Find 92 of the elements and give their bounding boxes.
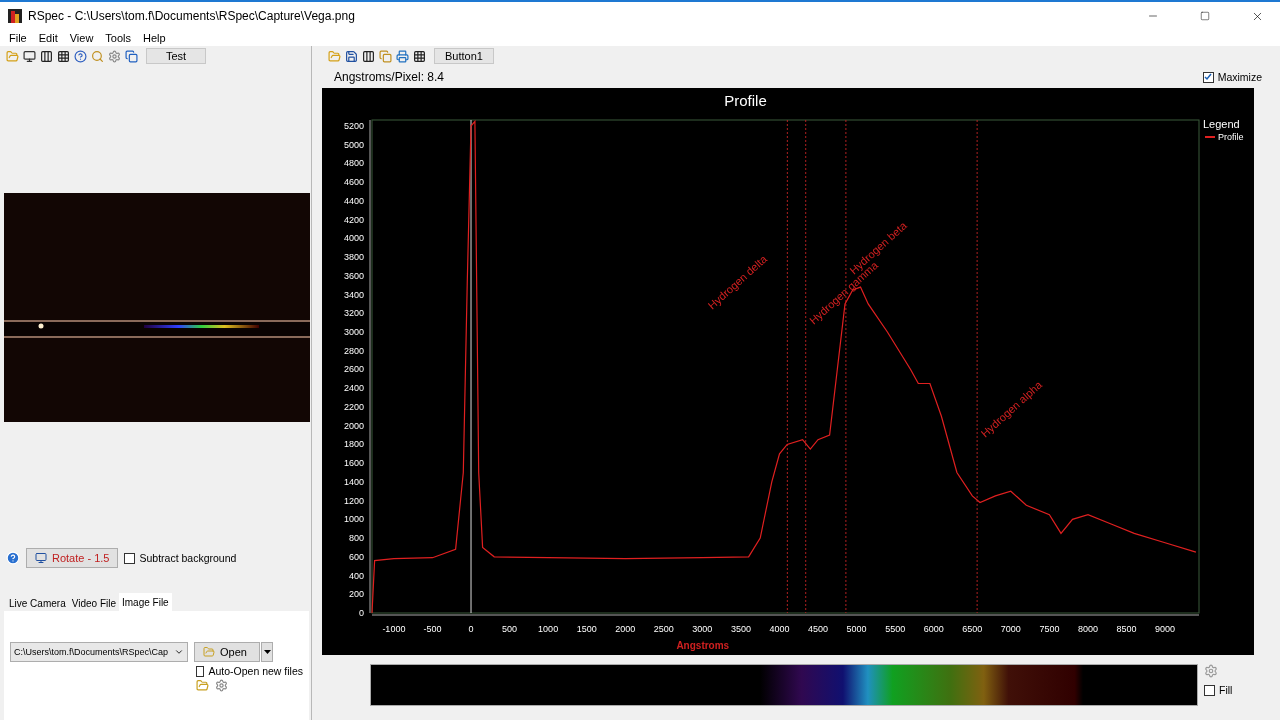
checkbox-label: Subtract background: [139, 552, 237, 564]
y-tick-label: 2400: [343, 383, 364, 394]
y-tick-label: 1800: [343, 439, 364, 450]
y-tick-label: 4200: [343, 214, 364, 225]
x-tick-label: 4000: [769, 624, 790, 634]
chart-title: Profile: [724, 92, 767, 109]
caret-icon: [263, 650, 271, 654]
menu-item[interactable]: Help: [137, 32, 172, 44]
grid-icon[interactable]: [57, 49, 70, 63]
test-button[interactable]: Test: [146, 48, 206, 64]
x-tick-label: 5500: [885, 624, 906, 634]
open-button[interactable]: Open: [194, 642, 260, 662]
y-tick-label: 0: [359, 608, 364, 618]
x-axis-label: Angstroms: [676, 640, 730, 651]
y-tick-label: 5000: [343, 139, 364, 150]
x-tick-label: 6000: [923, 624, 944, 634]
legend-label: Profile: [1218, 132, 1244, 142]
grid-icon[interactable]: [413, 49, 426, 63]
columns-icon[interactable]: [40, 49, 53, 63]
x-tick-label: 500: [502, 624, 518, 634]
y-tick-label: 1600: [343, 458, 364, 469]
y-tick-label: 600: [348, 551, 364, 562]
rotate-button[interactable]: Rotate - 1.5: [26, 548, 119, 568]
x-tick-label: 1500: [576, 624, 597, 634]
columns-icon[interactable]: [362, 49, 375, 63]
y-tick-label: 2600: [343, 364, 364, 375]
help-icon[interactable]: [74, 49, 87, 63]
y-tick-label: 1400: [343, 476, 364, 487]
x-tick-label: 3500: [730, 624, 751, 634]
y-tick-label: 1000: [343, 514, 364, 525]
checkbox[interactable]: [196, 665, 205, 677]
menu-item[interactable]: File: [3, 32, 33, 44]
x-tick-label: -1000: [382, 624, 406, 634]
folder-icon: [203, 646, 215, 658]
x-tick-label: 0: [468, 624, 474, 634]
y-tick-label: 5200: [343, 121, 364, 131]
copy-icon[interactable]: [125, 49, 138, 63]
x-tick-label: 7000: [1000, 624, 1021, 634]
monitor-icon: [35, 552, 47, 564]
save-icon[interactable]: [345, 49, 358, 63]
x-tick-label: 6500: [962, 624, 983, 634]
window-title: RSpec - C:\Users\tom.f\Documents\RSpec\Capture\Vega.png: [28, 9, 356, 23]
y-tick-label: 800: [348, 533, 364, 544]
settings-icon[interactable]: [215, 679, 228, 692]
file-path-dropdown[interactable]: C:\Users\tom.f\Documents\RSpec\Cap: [10, 642, 188, 662]
button1-button[interactable]: Button1: [434, 48, 494, 64]
x-tick-label: 2500: [653, 624, 674, 634]
y-tick-label: 3600: [343, 270, 364, 281]
checkbox[interactable]: [1204, 684, 1215, 696]
y-tick-label: 400: [348, 570, 364, 581]
checkbox[interactable]: [1202, 71, 1214, 83]
x-tick-label: 9000: [1155, 624, 1176, 634]
x-tick-label: 1000: [538, 624, 559, 634]
legend-title: Legend: [1203, 118, 1240, 130]
menu-item[interactable]: Edit: [32, 32, 64, 44]
x-tick-label: 5000: [846, 624, 867, 634]
x-tick-label: 3000: [692, 624, 713, 634]
y-tick-label: 3400: [343, 289, 364, 300]
maximize-icon[interactable]: [1200, 11, 1210, 21]
x-tick-label: 7500: [1039, 624, 1060, 634]
y-tick-label: 3200: [343, 308, 364, 319]
chevron-down-icon: [174, 647, 184, 657]
dropdown-arrow-button[interactable]: [261, 642, 273, 662]
y-tick-label: 200: [348, 589, 364, 600]
x-tick-label: 2000: [615, 624, 636, 634]
menu-item[interactable]: View: [63, 32, 100, 44]
y-tick-label: 1200: [343, 495, 364, 506]
x-tick-label: 4500: [808, 624, 829, 634]
y-tick-label: 4600: [343, 177, 364, 188]
checkbox[interactable]: [124, 552, 136, 564]
y-tick-label: 2000: [343, 420, 364, 431]
y-tick-label: 4400: [343, 195, 364, 206]
settings-icon[interactable]: [108, 49, 121, 63]
y-tick-label: 3800: [343, 252, 364, 263]
y-tick-label: 3000: [343, 327, 364, 338]
x-tick-label: -500: [423, 624, 442, 634]
menu-item[interactable]: Tools: [99, 32, 138, 44]
y-tick-label: 4000: [343, 233, 364, 244]
y-tick-label: 2200: [343, 401, 364, 412]
y-tick-label: 2800: [343, 345, 364, 356]
x-tick-label: 8000: [1077, 624, 1098, 634]
printer-icon[interactable]: [396, 49, 409, 63]
scale-label: Angstroms/Pixel: 8.4: [334, 70, 445, 84]
app-icon: [8, 9, 22, 23]
file-path-text: C:\Users\tom.f\Documents\RSpec\Cap: [14, 647, 169, 657]
tab[interactable]: Image File: [119, 593, 172, 611]
checkbox-label: Auto-Open new files: [208, 665, 303, 677]
x-tick-label: 8500: [1116, 624, 1137, 634]
checkmark-icon: [1204, 73, 1213, 81]
checkbox-label: Maximize: [1217, 71, 1262, 83]
y-tick-label: 4800: [343, 158, 364, 169]
checkbox-label: Fill: [1219, 684, 1233, 696]
